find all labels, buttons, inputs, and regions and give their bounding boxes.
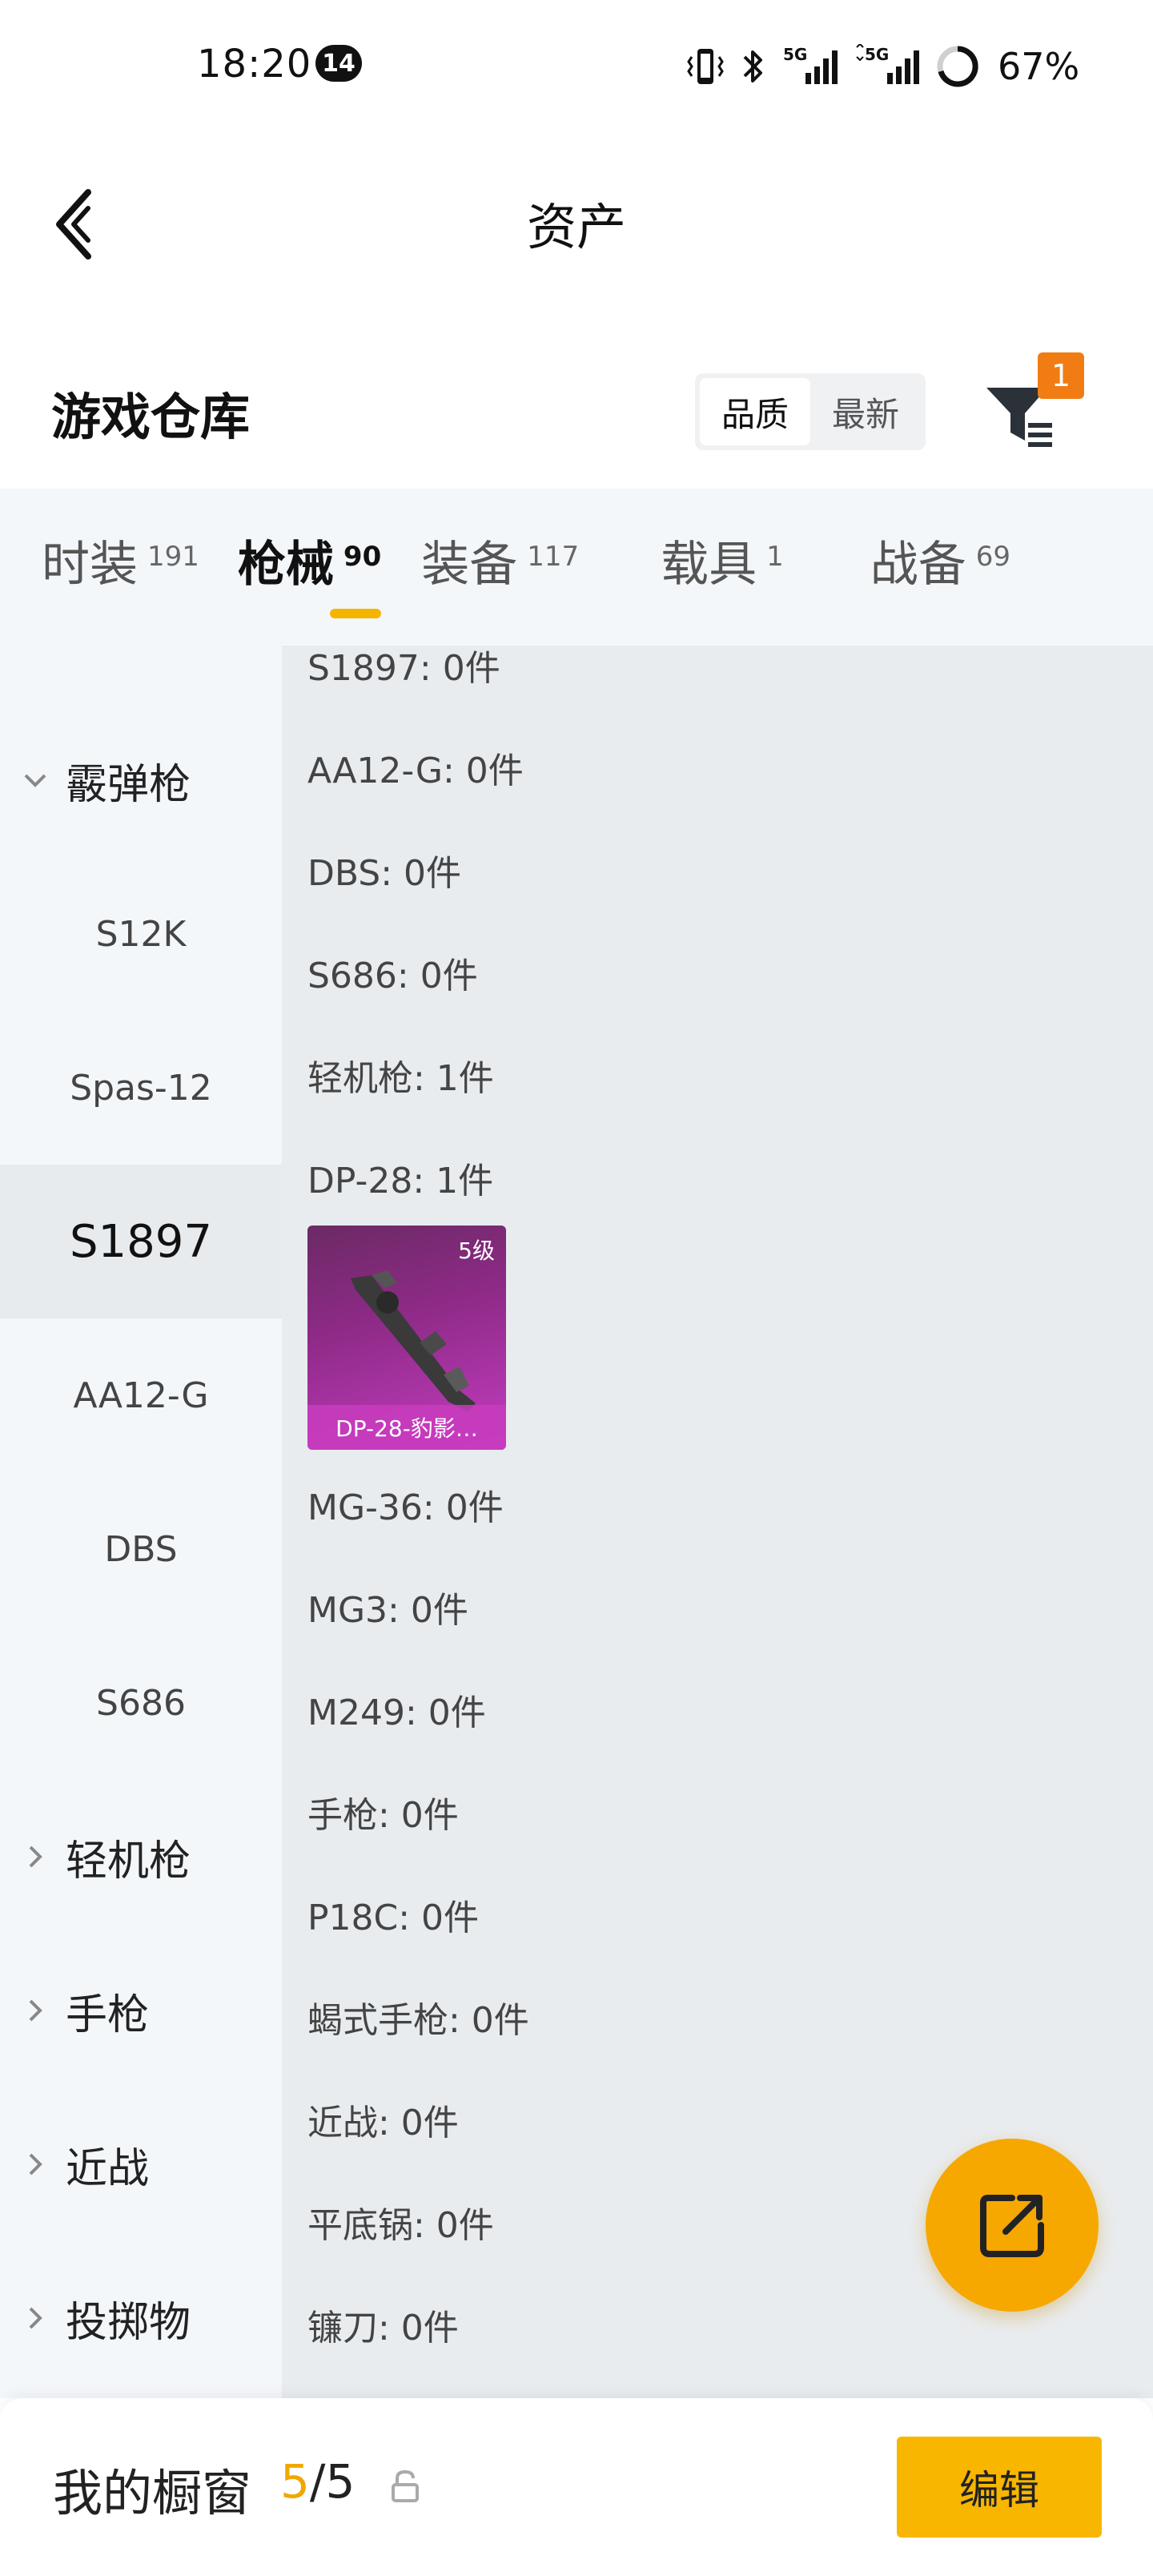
edit-button[interactable]: 编辑 (897, 2437, 1102, 2538)
status-bar: 18:20 14 5G 5G 67% (0, 0, 1153, 132)
notification-count-badge: 14 (315, 45, 362, 82)
signal-5g-icon: 5G (781, 44, 839, 89)
nav-item-spas-12[interactable]: Spas-12 (0, 1011, 282, 1165)
item-card-dp28[interactable]: 5级 DP-28-豹影… (307, 1226, 506, 1450)
warehouse-header: 游戏仓库 品质 最新 (0, 352, 1153, 489)
sort-newest-option[interactable]: 最新 (810, 378, 921, 445)
tab-fashion[interactable]: 时装 191 (0, 489, 199, 631)
list-item[interactable]: S1897: 0件 (307, 646, 500, 690)
filter-count-badge: 1 (1038, 352, 1084, 399)
list-item[interactable]: S686: 0件 (307, 947, 478, 998)
list-item[interactable]: 蝎式手枪: 0件 (307, 1991, 529, 2043)
signal-5g-data-icon: 5G (854, 44, 921, 89)
tab-label: 时装 (42, 536, 138, 593)
tab-count: 1 (766, 541, 784, 573)
tab-vehicles[interactable]: 载具 1 (579, 489, 784, 631)
sort-toggle: 品质 最新 (695, 373, 926, 450)
battery-percent: 67% (998, 45, 1080, 88)
battery-ring-icon (935, 44, 980, 89)
nav-group-shotgun[interactable]: 霰弹枪 (0, 703, 282, 857)
showcase-separator: / (309, 2454, 326, 2509)
vibrate-icon (685, 44, 725, 89)
item-level: 5级 (458, 1238, 495, 1264)
nav-group-lmg[interactable]: 轻机枪 (0, 1780, 282, 1934)
nav-group-label: 近战 (66, 2144, 150, 2193)
category-tabs: 时装 191 枪械 90 装备 117 载具 1 战备 69 (0, 489, 1153, 646)
nav-group-label: 霰弹枪 (66, 760, 191, 809)
tab-supplies[interactable]: 战备 69 (784, 489, 1010, 631)
share-fab-button[interactable] (926, 2139, 1099, 2312)
nav-group-label: 轻机枪 (66, 1837, 191, 1886)
nav-group-label: 手枪 (66, 1990, 150, 2039)
page-title: 资产 (526, 198, 626, 256)
lock-icon[interactable] (389, 2469, 421, 2507)
tab-count: 90 (343, 541, 382, 573)
list-item[interactable]: MG3: 0件 (307, 1581, 468, 1632)
nav-group-melee[interactable]: 近战 (0, 2087, 282, 2241)
list-item[interactable]: DP-28: 1件 (307, 1152, 493, 1203)
nav-group-label: 投掷物 (66, 2298, 191, 2347)
tab-count: 191 (147, 541, 199, 573)
list-item[interactable]: 轻机枪: 1件 (307, 1049, 494, 1101)
active-tab-indicator (330, 609, 381, 618)
list-item[interactable]: M249: 0件 (307, 1684, 486, 1735)
tab-label: 载具 (661, 536, 757, 593)
warehouse-title: 游戏仓库 (51, 388, 251, 446)
list-item[interactable]: 手枪: 0件 (307, 1786, 459, 1837)
tab-count: 117 (527, 541, 580, 573)
tab-count: 69 (975, 541, 1011, 573)
list-item[interactable]: 镰刀: 0件 (307, 2299, 459, 2350)
list-item[interactable]: P18C: 0件 (307, 1889, 479, 1940)
nav-item-s686[interactable]: S686 (0, 1626, 282, 1780)
list-item[interactable]: MG-36: 0件 (307, 1479, 504, 1530)
tab-label: 装备 (421, 536, 518, 593)
showcase-current: 5 (280, 2454, 310, 2509)
list-item[interactable]: 平底锅: 0件 (307, 2196, 494, 2248)
rifle-icon (351, 1270, 476, 1411)
weapon-list: S1897: 0件 AA12-G: 0件 DBS: 0件 S686: 0件 轻机… (282, 646, 1153, 2398)
app-header: 资产 (0, 132, 1153, 304)
nav-item-s1897[interactable]: S1897 (0, 1165, 282, 1318)
bluetooth-icon (740, 44, 767, 89)
nav-item-aa12-g[interactable]: AA12-G (0, 1318, 282, 1472)
sort-quality-option[interactable]: 品质 (700, 378, 810, 445)
nav-item-s12k[interactable]: S12K (0, 857, 282, 1011)
status-icons: 5G 5G 67% (685, 40, 1079, 93)
list-item[interactable]: DBS: 0件 (307, 844, 461, 896)
tab-label: 战备 (870, 536, 966, 593)
weapon-category-nav: 霰弹枪 S12K Spas-12 S1897 AA12-G DBS S686 轻… (0, 646, 282, 2398)
chevron-down-icon (19, 764, 51, 796)
list-item[interactable]: AA12-G: 0件 (307, 742, 524, 793)
showcase-label: 我的橱窗 (53, 2464, 252, 2522)
status-time: 18:20 (197, 42, 312, 87)
external-link-icon (980, 2195, 1044, 2257)
svg-text:5G: 5G (865, 45, 889, 64)
nav-item-dbs[interactable]: DBS (0, 1472, 282, 1626)
nav-group-throwables[interactable]: 投掷物 (0, 2241, 282, 2395)
tab-equipment[interactable]: 装备 117 (381, 489, 579, 631)
chevron-right-icon (19, 1841, 51, 1873)
svg-text:5G: 5G (783, 45, 807, 64)
list-item[interactable]: 近战: 0件 (307, 2094, 459, 2145)
item-name: DP-28-豹影… (307, 1405, 506, 1450)
tab-label: 枪械 (237, 536, 334, 593)
showcase-bar: 我的橱窗 5/5 编辑 (0, 2398, 1153, 2576)
chevron-right-icon (19, 2302, 51, 2334)
showcase-total: 5 (325, 2454, 356, 2509)
chevron-right-icon (19, 2148, 51, 2180)
nav-group-pistol[interactable]: 手枪 (0, 1934, 282, 2087)
chevron-right-icon (19, 1994, 51, 2027)
showcase-count: 5/5 (280, 2454, 355, 2509)
